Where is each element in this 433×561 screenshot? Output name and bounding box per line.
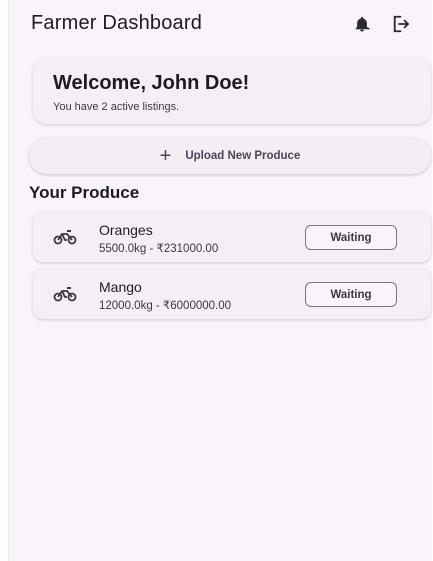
active-listings-text: You have 2 active listings. <box>53 101 180 113</box>
bike-icon <box>53 230 77 245</box>
upload-produce-label: Upload New Produce <box>185 150 301 162</box>
produce-item[interactable]: Mango 12000.0kg - ₹6000000.00 Waiting <box>33 269 431 319</box>
bell-icon[interactable] <box>353 15 371 33</box>
upload-produce-button[interactable]: + Upload New Produce <box>29 138 431 174</box>
produce-list: Oranges 5500.0kg - ₹231000.00 Waiting Ma… <box>33 212 431 326</box>
produce-item[interactable]: Oranges 5500.0kg - ₹231000.00 Waiting <box>33 212 431 262</box>
screen: Farmer Dashboard Welcome, John Doe! You … <box>8 0 432 561</box>
status-button[interactable]: Waiting <box>305 282 397 307</box>
logout-icon[interactable] <box>391 14 413 34</box>
welcome-card: Welcome, John Doe! You have 2 active lis… <box>33 58 431 124</box>
produce-name: Oranges <box>99 222 153 238</box>
section-title: Your Produce <box>29 183 140 202</box>
produce-detail: 12000.0kg - ₹6000000.00 <box>99 300 232 312</box>
app-bar: Farmer Dashboard <box>9 0 432 48</box>
welcome-title: Welcome, John Doe! <box>53 72 250 94</box>
produce-detail: 5500.0kg - ₹231000.00 <box>99 243 219 255</box>
produce-name: Mango <box>99 279 142 295</box>
bike-icon <box>53 287 77 302</box>
app-title: Farmer Dashboard <box>31 12 203 34</box>
status-button[interactable]: Waiting <box>305 225 397 250</box>
plus-icon: + <box>159 145 172 167</box>
